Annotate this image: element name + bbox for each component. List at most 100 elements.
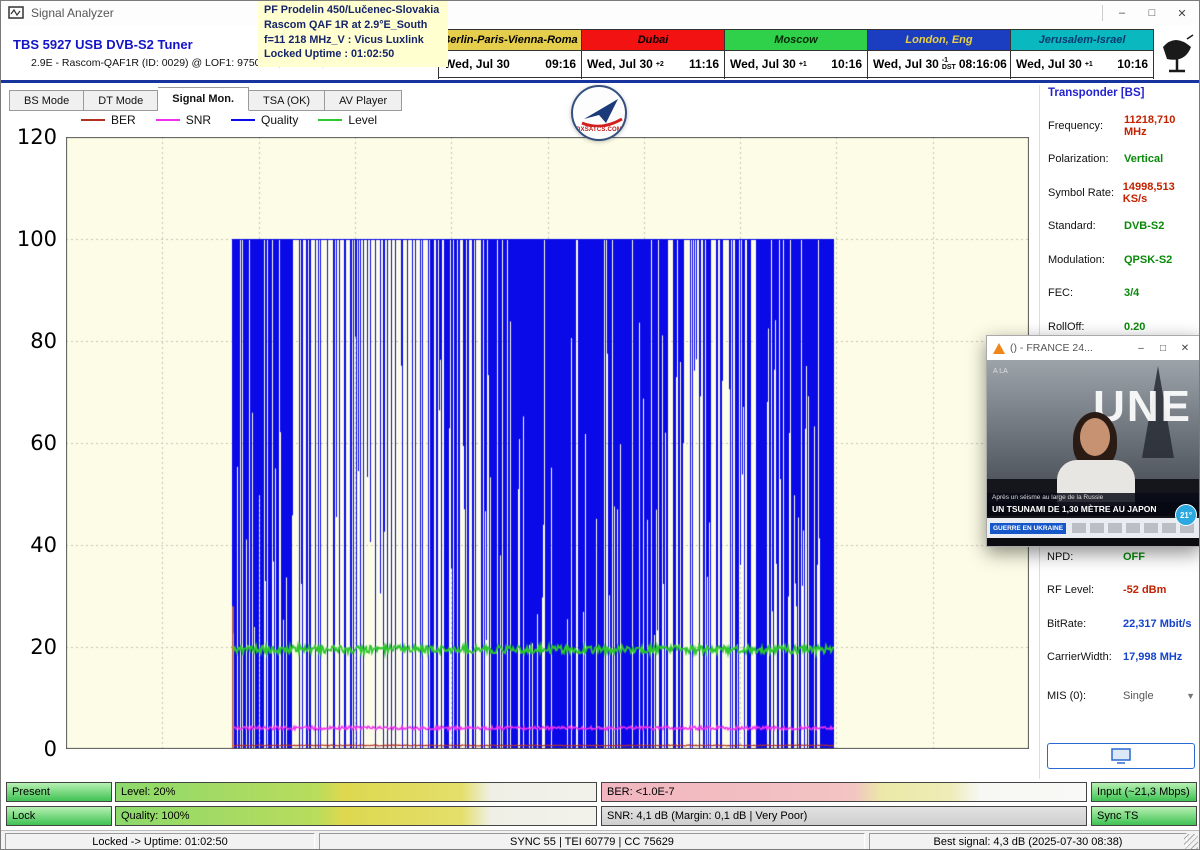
clock-hm: 10:16 <box>1117 57 1148 71</box>
field-value: DVB-S2 <box>1124 220 1164 232</box>
field-value: 0.20 <box>1124 321 1145 333</box>
world-clocks: Berlin-Paris-Vienna-Roma Wed, Jul 30 09:16… <box>438 29 1154 79</box>
field-frequency: Frequency:11218,710 MHz <box>1048 109 1200 143</box>
status-quality: Quality: 100% <box>115 806 597 826</box>
panel-capture-button[interactable] <box>1047 743 1195 769</box>
clock-city-label: Dubai <box>582 29 724 51</box>
window-title: Signal Analyzer <box>31 6 114 20</box>
note-line: PF Prodelin 450/Lučenec-Slovakia <box>264 3 442 18</box>
note-line: Rascom QAF 1R at 2.9°E_South <box>264 18 442 33</box>
field-value: OFF <box>1123 551 1145 563</box>
legend-label: SNR <box>186 113 211 127</box>
clock-moscow: Moscow Wed, Jul 30+1 10:16 <box>725 29 868 79</box>
dxsatcs-logo: DXSATCS.COM <box>571 85 627 141</box>
legend-swatch <box>81 119 105 121</box>
y-tick-label: 120 <box>7 125 57 149</box>
status-present: Present <box>6 782 112 802</box>
close-button[interactable]: ✕ <box>1167 2 1197 24</box>
minimize-button[interactable]: – <box>1107 2 1137 24</box>
vlc-window-title: () - FRANCE 24... <box>1010 342 1130 354</box>
tuner-title: TBS 5927 USB DVB-S2 Tuner <box>13 37 193 52</box>
note-line: f=11 218 MHz_V : Vicus Luxlink <box>264 33 442 48</box>
field-polarization: Polarization:Vertical <box>1048 143 1200 177</box>
legend-item-snr: SNR <box>156 113 211 127</box>
satellite-dish-icon <box>1157 33 1197 75</box>
clock-city-label: Berlin-Paris-Vienna-Roma <box>439 29 581 51</box>
clock-jerusalem-israel: Jerusalem-IsraelWed, Jul 30+110:16 <box>1011 29 1154 79</box>
field-value: 3/4 <box>1124 287 1139 299</box>
tab-signal-mon[interactable]: Signal Mon. <box>158 87 249 111</box>
field-rf-level: RF Level:-52 dBm <box>1047 574 1197 608</box>
signal-analyzer-window: Signal Analyzer – □ ✕ TBS 5927 USB DVB-S… <box>0 0 1200 850</box>
field-label: RollOff: <box>1048 321 1124 333</box>
monitor-icon <box>1111 748 1131 764</box>
field-label: CarrierWidth: <box>1047 651 1123 663</box>
tab-av-player[interactable]: AV Player <box>325 90 402 111</box>
vlc-maximize-button[interactable]: □ <box>1152 338 1174 358</box>
field-standard: Standard:DVB-S2 <box>1048 210 1200 244</box>
tab-dt-mode[interactable]: DT Mode <box>84 90 158 111</box>
video-caption-main: UN TSUNAMI DE 1,30 MÈTRE AU JAPON <box>987 502 1200 516</box>
weather-badge: 21° <box>1175 504 1197 526</box>
anchor-face <box>1080 418 1110 456</box>
clock-city-label: Moscow <box>725 29 867 51</box>
vlc-video-area[interactable]: A LA UNE Après un séisme au large de la … <box>987 360 1200 546</box>
vlc-minimize-button[interactable]: – <box>1130 338 1152 358</box>
app-icon <box>8 5 24 21</box>
resize-grip[interactable] <box>1184 834 1198 850</box>
legend-item-quality: Quality <box>231 113 298 127</box>
clock-city-label: London, Eng <box>868 29 1010 51</box>
field-modulation: Modulation:QPSK-S2 <box>1048 243 1200 277</box>
logo-text: DXSATCS.COM <box>576 127 622 133</box>
field-value: QPSK-S2 <box>1124 254 1172 266</box>
mis-dropdown[interactable]: MIS (0): Single ▼ <box>1047 690 1195 702</box>
divider <box>1102 5 1103 21</box>
note-line: Locked Uptime : 01:02:50 <box>264 47 442 62</box>
field-value: -52 dBm <box>1123 584 1166 596</box>
clock-utc-offset: +1 <box>1085 61 1093 68</box>
status-input-21-3-mbps: Input (~21,3 Mbps) <box>1091 782 1197 802</box>
field-bitrate: BitRate:22,317 Mbit/s <box>1047 607 1197 641</box>
ticker-text-placeholder <box>1072 523 1194 533</box>
legend-label: Quality <box>261 113 298 127</box>
chart-legend: BERSNRQualityLevel <box>81 113 377 127</box>
legend-label: BER <box>111 113 136 127</box>
clock-date: Wed, Jul 30 <box>444 57 510 71</box>
clock-date: Wed, Jul 30 <box>1016 57 1082 71</box>
mis-label: MIS (0): <box>1047 690 1123 702</box>
clock-hm: 11:16 <box>689 57 719 71</box>
clock-hm: 09:16 <box>545 57 576 71</box>
y-tick-label: 100 <box>7 227 57 251</box>
statusbar: Locked -> Uptime: 01:02:50 SYNC 55 | TEI… <box>1 830 1199 850</box>
video-letterbox <box>987 538 1200 546</box>
field-label: Modulation: <box>1048 254 1124 266</box>
legend-swatch <box>156 119 180 121</box>
mode-tabs: BS ModeDT ModeSignal Mon.TSA (OK)AV Play… <box>9 87 402 111</box>
header-separator <box>1 80 1199 83</box>
clock-date: Wed, Jul 30 <box>730 57 796 71</box>
clock-hm: 08:16:06 <box>959 57 1007 71</box>
clock-date: Wed, Jul 30 <box>873 57 939 71</box>
field-value: 17,998 MHz <box>1123 651 1182 663</box>
clock-london-eng: London, EngWed, Jul 30-1 DST08:16:06 <box>868 29 1011 79</box>
chevron-down-icon: ▼ <box>1186 691 1195 701</box>
clock-utc-offset: +1 <box>799 61 807 68</box>
vlc-close-button[interactable]: ✕ <box>1174 338 1196 358</box>
status-sync-ts: Sync TS <box>1091 806 1197 826</box>
field-label: Symbol Rate: <box>1048 187 1123 199</box>
field-value: 14998,513 KS/s <box>1123 181 1200 205</box>
window-controls: – □ ✕ <box>1098 1 1197 25</box>
vlc-titlebar[interactable]: () - FRANCE 24... – □ ✕ <box>987 336 1200 360</box>
field-fec: FEC:3/4 <box>1048 277 1200 311</box>
y-tick-label: 80 <box>7 329 57 353</box>
status-snr: SNR: 4,1 dB (Margin: 0,1 dB | Very Poor) <box>601 806 1087 826</box>
field-value: 11218,710 MHz <box>1124 114 1200 138</box>
clock-hm: 10:16 <box>831 57 862 71</box>
clock-dubai: DubaiWed, Jul 30+211:16 <box>582 29 725 79</box>
vlc-window: () - FRANCE 24... – □ ✕ A LA UNE Après u… <box>986 335 1200 547</box>
status-level: Level: 20% <box>115 782 597 802</box>
tab-bs-mode[interactable]: BS Mode <box>9 90 84 111</box>
y-tick-label: 20 <box>7 635 57 659</box>
maximize-button[interactable]: □ <box>1137 2 1167 24</box>
tab-tsa-ok[interactable]: TSA (OK) <box>249 90 325 111</box>
